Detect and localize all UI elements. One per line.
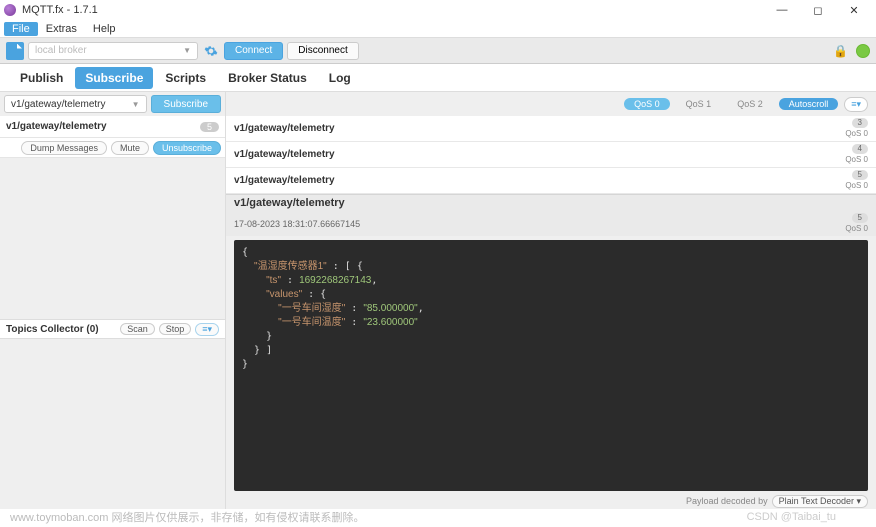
chevron-down-icon: ▼ bbox=[132, 100, 140, 109]
message-detail-subheader: 17-08-2023 18:31:07.66667145 5 QoS 0 bbox=[226, 211, 876, 236]
message-seq: 3 bbox=[852, 118, 868, 128]
subscribed-topic-name: v1/gateway/telemetry bbox=[6, 121, 200, 132]
detail-seq: 5 bbox=[852, 213, 868, 223]
mute-button[interactable]: Mute bbox=[111, 141, 149, 155]
menu-help[interactable]: Help bbox=[85, 22, 124, 36]
message-list-menu[interactable]: ≡▾ bbox=[844, 97, 868, 112]
broker-select[interactable]: local broker ▼ bbox=[28, 42, 198, 60]
subscribe-left-panel: v1/gateway/telemetry ▼ Subscribe v1/gate… bbox=[0, 92, 226, 509]
new-connection-icon[interactable] bbox=[6, 42, 24, 60]
window-title: MQTT.fx - 1.7.1 bbox=[22, 4, 764, 16]
chevron-down-icon: ▼ bbox=[183, 46, 191, 55]
topics-collector-empty bbox=[0, 339, 225, 509]
message-qos: QoS 0 bbox=[845, 129, 868, 139]
disconnect-button[interactable]: Disconnect bbox=[287, 42, 358, 60]
window-titlebar: MQTT.fx - 1.7.1 — ◻ ✕ bbox=[0, 0, 876, 20]
message-topic: v1/gateway/telemetry bbox=[234, 123, 845, 134]
watermark-right: CSDN @Taibai_tu bbox=[747, 511, 836, 523]
tab-broker-status[interactable]: Broker Status bbox=[218, 67, 317, 89]
tab-scripts[interactable]: Scripts bbox=[155, 67, 216, 89]
subscribe-right-panel: QoS 0 QoS 1 QoS 2 Autoscroll ≡▾ v1/gatew… bbox=[226, 92, 876, 509]
detail-meta: 5 QoS 0 bbox=[845, 213, 868, 234]
gear-icon bbox=[204, 44, 218, 58]
minimize-button[interactable]: — bbox=[764, 0, 800, 20]
settings-button[interactable] bbox=[202, 42, 220, 60]
message-qos: QoS 0 bbox=[845, 181, 868, 191]
menu-extras[interactable]: Extras bbox=[38, 22, 85, 36]
message-meta: 5 QoS 0 bbox=[845, 170, 868, 191]
tab-subscribe[interactable]: Subscribe bbox=[75, 67, 153, 89]
payload-view[interactable]: { "温湿度传感器1" : [ { "ts" : 1692268267143, … bbox=[234, 240, 868, 491]
topic-input-value: v1/gateway/telemetry bbox=[11, 99, 106, 110]
topic-input[interactable]: v1/gateway/telemetry ▼ bbox=[4, 95, 147, 113]
main-area: v1/gateway/telemetry ▼ Subscribe v1/gate… bbox=[0, 92, 876, 509]
tab-publish[interactable]: Publish bbox=[10, 67, 73, 89]
dump-messages-button[interactable]: Dump Messages bbox=[21, 141, 107, 155]
message-meta: 3 QoS 0 bbox=[845, 118, 868, 139]
left-empty-area bbox=[0, 158, 225, 319]
subscribe-bar: v1/gateway/telemetry ▼ Subscribe bbox=[0, 92, 225, 116]
message-row[interactable]: v1/gateway/telemetry 5 QoS 0 bbox=[226, 168, 876, 194]
message-row[interactable]: v1/gateway/telemetry 4 QoS 0 bbox=[226, 142, 876, 168]
detail-timestamp: 17-08-2023 18:31:07.66667145 bbox=[234, 219, 360, 229]
qos-2-chip[interactable]: QoS 2 bbox=[727, 98, 773, 110]
subscribed-topic-row[interactable]: v1/gateway/telemetry 5 bbox=[0, 116, 225, 138]
message-qos: QoS 0 bbox=[845, 155, 868, 165]
topics-collector-bar: Topics Collector (0) Scan Stop ≡▾ bbox=[0, 319, 225, 339]
autoscroll-toggle[interactable]: Autoscroll bbox=[779, 98, 839, 110]
maximize-button[interactable]: ◻ bbox=[800, 0, 836, 20]
message-seq: 4 bbox=[852, 144, 868, 154]
message-topic: v1/gateway/telemetry bbox=[234, 149, 845, 160]
connection-status-indicator bbox=[856, 44, 870, 58]
payload-footer: Payload decoded by Plain Text Decoder ▾ bbox=[226, 493, 876, 509]
scan-button[interactable]: Scan bbox=[120, 323, 155, 335]
detail-qos: QoS 0 bbox=[845, 224, 868, 234]
payload-decoded-label: Payload decoded by bbox=[686, 496, 768, 506]
qos-0-chip[interactable]: QoS 0 bbox=[624, 98, 670, 110]
decoder-select[interactable]: Plain Text Decoder ▾ bbox=[772, 495, 868, 508]
message-seq: 5 bbox=[852, 170, 868, 180]
menu-file[interactable]: File bbox=[4, 22, 38, 36]
connection-toolbar: local broker ▼ Connect Disconnect 🔒 bbox=[0, 38, 876, 64]
detail-topic: v1/gateway/telemetry bbox=[234, 197, 868, 209]
message-detail-header: v1/gateway/telemetry bbox=[226, 194, 876, 211]
app-icon bbox=[4, 4, 16, 16]
watermark-left: www.toymoban.com 网络图片仅供展示，非存储，如有侵权请联系删除。 bbox=[10, 509, 364, 525]
stop-button[interactable]: Stop bbox=[159, 323, 192, 335]
lock-icon: 🔒 bbox=[833, 44, 848, 58]
message-meta: 4 QoS 0 bbox=[845, 144, 868, 165]
main-tabs: Publish Subscribe Scripts Broker Status … bbox=[0, 64, 876, 92]
message-topic: v1/gateway/telemetry bbox=[234, 175, 845, 186]
subscribe-button[interactable]: Subscribe bbox=[151, 95, 221, 113]
subscribed-topic-actions: Dump Messages Mute Unsubscribe bbox=[0, 138, 225, 158]
close-button[interactable]: ✕ bbox=[836, 0, 872, 20]
connect-button[interactable]: Connect bbox=[224, 42, 283, 60]
qos-filter-row: QoS 0 QoS 1 QoS 2 Autoscroll ≡▾ bbox=[226, 92, 876, 116]
broker-select-placeholder: local broker bbox=[35, 45, 87, 56]
menu-bar: File Extras Help bbox=[0, 20, 876, 38]
message-count-badge: 5 bbox=[200, 122, 219, 132]
page-watermark: www.toymoban.com 网络图片仅供展示，非存储，如有侵权请联系删除。… bbox=[10, 509, 866, 525]
qos-1-chip[interactable]: QoS 1 bbox=[676, 98, 722, 110]
topics-collector-label: Topics Collector (0) bbox=[6, 324, 116, 335]
unsubscribe-button[interactable]: Unsubscribe bbox=[153, 141, 221, 155]
topics-collector-menu[interactable]: ≡▾ bbox=[195, 323, 219, 336]
message-row[interactable]: v1/gateway/telemetry 3 QoS 0 bbox=[226, 116, 876, 142]
tab-log[interactable]: Log bbox=[319, 67, 361, 89]
